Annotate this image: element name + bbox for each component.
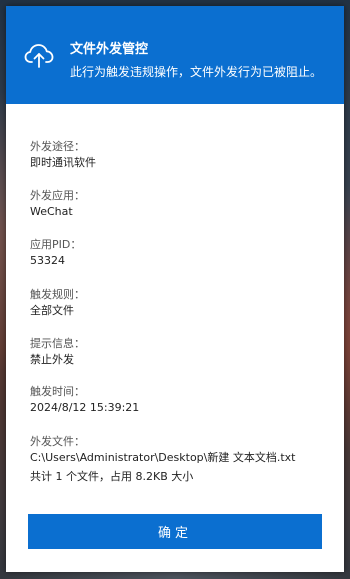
field-label: 触发时间： <box>30 385 85 398</box>
field-value: 禁止外发 <box>30 353 74 366</box>
cloud-upload-icon <box>24 44 54 68</box>
dialog-subtitle: 此行为触发违规操作，文件外发行为已被阻止。 <box>70 65 323 79</box>
dialog-title: 文件外发管控 <box>70 42 149 57</box>
field-value: 53324 <box>30 254 65 267</box>
field-trigger-time: 触发时间： 2024/8/12 15:39:21 <box>30 384 330 416</box>
field-value: 全部文件 <box>30 304 74 317</box>
field-outbound-file: 外发文件： C:\Users\Administrator\Desktop\新建 … <box>30 434 330 485</box>
field-label: 外发应用： <box>30 189 85 202</box>
file-path: C:\Users\Administrator\Desktop\新建 文本文档.t… <box>30 451 296 464</box>
field-trigger-rule: 触发规则： 全部文件 <box>30 287 330 319</box>
field-value: 即时通讯软件 <box>30 156 96 169</box>
field-outbound-path: 外发途径： 即时通讯软件 <box>30 139 330 171</box>
field-label: 提示信息： <box>30 337 85 350</box>
field-outbound-app: 外发应用： WeChat <box>30 188 330 220</box>
field-label: 外发途径： <box>30 140 85 153</box>
field-app-pid: 应用PID： 53324 <box>30 237 330 269</box>
field-label: 应用PID： <box>30 238 82 251</box>
field-label: 外发文件： <box>30 435 85 448</box>
field-value: 2024/8/12 15:39:21 <box>30 401 140 414</box>
file-summary: 共计 1 个文件，占用 8.2KB 大小 <box>30 470 194 483</box>
ok-button[interactable]: 确定 <box>28 514 322 549</box>
field-hint-message: 提示信息： 禁止外发 <box>30 336 330 368</box>
field-label: 触发规则： <box>30 288 85 301</box>
field-value: WeChat <box>30 205 73 218</box>
file-outbound-control-dialog: 文件外发管控 此行为触发违规操作，文件外发行为已被阻止。 外发途径： 即时通讯软… <box>6 6 344 572</box>
dialog-header: 文件外发管控 此行为触发违规操作，文件外发行为已被阻止。 <box>6 6 344 104</box>
